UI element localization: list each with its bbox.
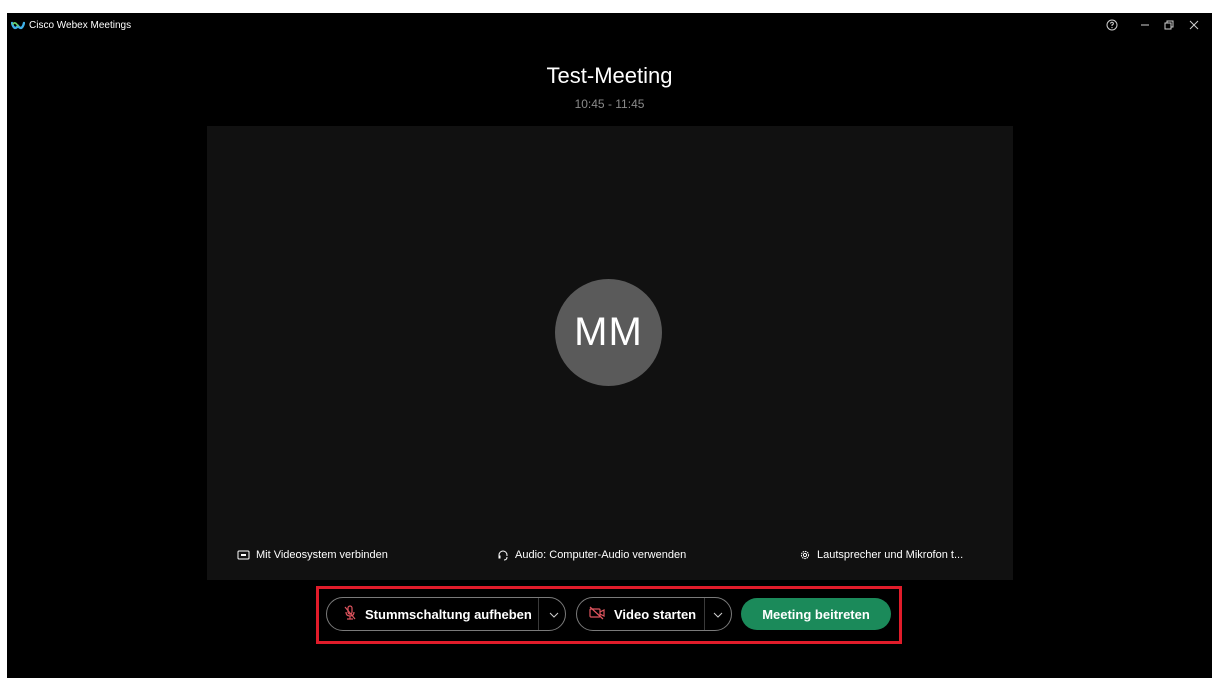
minimize-icon[interactable] xyxy=(1135,17,1155,33)
speaker-mic-settings-button[interactable]: Lautsprecher und Mikrofon t... xyxy=(799,549,963,561)
video-divider xyxy=(704,598,705,630)
restore-icon[interactable] xyxy=(1159,17,1179,33)
audio-option-button[interactable]: Audio: Computer-Audio verwenden xyxy=(497,549,686,561)
join-meeting-button[interactable]: Meeting beitreten xyxy=(741,598,891,630)
join-meeting-label: Meeting beitreten xyxy=(762,606,870,622)
start-video-label: Video starten xyxy=(614,606,697,622)
webex-logo-icon xyxy=(10,19,26,31)
video-preview: MM Mit Videosystem verbinden Audio: Comp… xyxy=(207,126,1013,580)
meeting-title: Test-Meeting xyxy=(546,63,673,88)
unmute-divider xyxy=(538,598,539,630)
app-title: Cisco Webex Meetings xyxy=(29,20,132,31)
avatar: MM xyxy=(555,279,662,386)
connect-video-system-label: Mit Videosystem verbinden xyxy=(256,549,388,561)
video-off-icon xyxy=(589,606,606,623)
video-system-icon xyxy=(237,550,250,561)
audio-option-label: Audio: Computer-Audio verwenden xyxy=(515,549,687,561)
gear-icon xyxy=(799,549,811,561)
close-icon[interactable] xyxy=(1184,17,1204,33)
connect-video-system-button[interactable]: Mit Videosystem verbinden xyxy=(237,549,388,561)
headset-icon xyxy=(497,549,509,561)
chevron-down-icon[interactable] xyxy=(547,608,561,622)
meeting-time: 10:45 - 11:45 xyxy=(574,97,645,111)
speaker-mic-settings-label: Lautsprecher und Mikrofon t... xyxy=(817,549,964,561)
microphone-muted-icon xyxy=(343,604,357,624)
webex-window: Cisco Webex Meetings Test-Meeting 10:45 xyxy=(7,13,1212,678)
help-icon[interactable] xyxy=(1102,17,1122,33)
start-video-button[interactable]: Video starten xyxy=(576,597,732,631)
titlebar: Cisco Webex Meetings xyxy=(7,13,1212,43)
chevron-down-icon[interactable] xyxy=(711,608,725,622)
unmute-label: Stummschaltung aufheben xyxy=(365,606,532,622)
unmute-button[interactable]: Stummschaltung aufheben xyxy=(326,597,566,631)
